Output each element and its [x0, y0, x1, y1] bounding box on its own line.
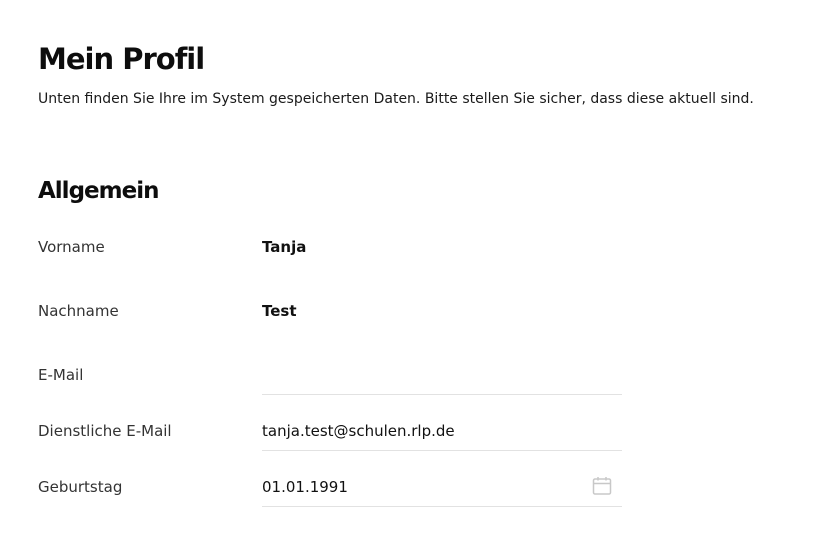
vorname-value: Tanja: [262, 238, 307, 256]
geburtstag-input[interactable]: [262, 472, 582, 502]
nachname-label: Nachname: [38, 302, 119, 320]
vorname-label: Vorname: [38, 238, 105, 256]
geburtstag-label: Geburtstag: [38, 478, 123, 496]
dienst-email-field: [262, 416, 622, 451]
nachname-value: Test: [262, 302, 297, 320]
email-input[interactable]: [262, 360, 582, 390]
email-field: [262, 360, 622, 395]
geburtstag-field: [262, 472, 622, 507]
section-title-allgemein: Allgemein: [38, 178, 159, 204]
dienst-email-input[interactable]: [262, 416, 582, 446]
dienst-email-label: Dienstliche E-Mail: [38, 422, 172, 440]
email-label: E-Mail: [38, 366, 84, 384]
page-subtitle: Unten finden Sie Ihre im System gespeich…: [38, 91, 754, 107]
calendar-icon[interactable]: [592, 476, 612, 496]
page-title: Mein Profil: [38, 42, 205, 76]
